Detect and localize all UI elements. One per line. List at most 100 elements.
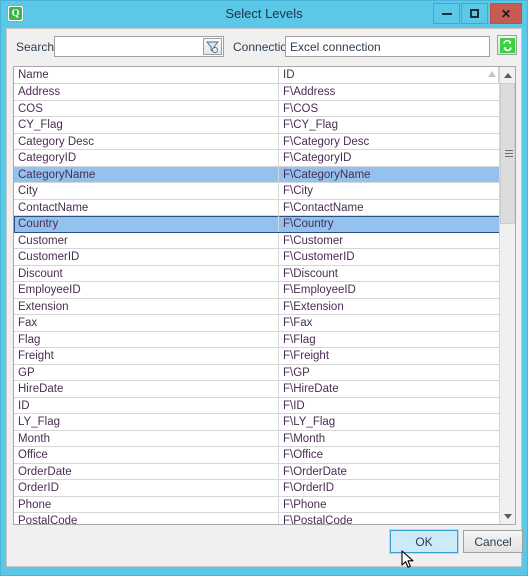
scroll-down-arrow-icon[interactable]	[500, 508, 515, 524]
table-row[interactable]: Fax F\Fax	[14, 315, 500, 332]
table-row[interactable]: EmployeeID F\EmployeeID	[14, 282, 500, 299]
row-id-cell: F\Freight	[283, 350, 330, 362]
filter-funnel-icon[interactable]	[203, 38, 222, 55]
row-id-cell: F\OrderDate	[283, 465, 347, 478]
row-id-cell: F\CategoryID	[283, 152, 352, 164]
cancel-button[interactable]: Cancel	[463, 530, 523, 553]
table-row[interactable]: Country F\Country	[14, 216, 500, 233]
row-id-cell: F\Office	[283, 449, 324, 461]
column-header-id[interactable]: ID	[279, 67, 499, 83]
row-id-cell: F\Address	[283, 86, 336, 98]
search-input[interactable]	[57, 38, 202, 55]
close-button[interactable]: ✕	[490, 3, 522, 24]
minimize-icon	[441, 12, 452, 15]
row-id-cell: F\CustomerID	[283, 251, 355, 263]
minimize-button[interactable]	[433, 3, 460, 24]
dialog-body: Search Connection Excel connection Name …	[6, 28, 523, 567]
vertical-scrollbar[interactable]	[499, 67, 515, 524]
search-field[interactable]	[54, 36, 224, 57]
table-row[interactable]: ContactName F\ContactName	[14, 199, 500, 216]
row-id-cell: F\Fax	[283, 317, 313, 329]
row-id-cell: F\COS	[283, 102, 319, 115]
refresh-icon	[499, 37, 515, 53]
table-row[interactable]: CategoryName F\CategoryName	[14, 166, 500, 183]
row-id-cell: F\City	[283, 185, 314, 197]
row-id-cell: F\Discount	[283, 267, 338, 280]
refresh-button[interactable]	[497, 35, 517, 55]
levels-list[interactable]: Name ID Address F\Address COS F\COS CY_Flag F…	[13, 66, 516, 525]
row-id-cell: F\Customer	[283, 234, 344, 247]
row-name-cell: Fax	[18, 317, 38, 329]
row-name-cell: PostalCode	[18, 515, 78, 524]
table-row[interactable]: OrderID F\OrderID	[14, 480, 500, 497]
row-id-cell: F\Month	[283, 432, 326, 445]
table-row[interactable]: PostalCode F\PostalCode	[14, 513, 500, 524]
row-name-cell: City	[18, 185, 38, 197]
table-row[interactable]: Category Desc F\Category Desc	[14, 133, 500, 150]
table-row[interactable]: City F\City	[14, 183, 500, 200]
row-name-cell: OrderID	[18, 482, 59, 494]
sort-ascending-icon	[488, 71, 496, 77]
table-row[interactable]: COS F\COS	[14, 100, 500, 117]
table-row[interactable]: CategoryID F\CategoryID	[14, 150, 500, 167]
row-id-cell: F\ContactName	[283, 201, 364, 214]
row-name-cell: CategoryID	[18, 152, 77, 164]
list-rows: Address F\Address COS F\COS CY_Flag F\CY_Flag…	[14, 84, 500, 524]
table-row[interactable]: ID F\ID	[14, 397, 500, 414]
maximize-icon	[470, 9, 479, 18]
row-name-cell: ContactName	[18, 201, 89, 214]
table-row[interactable]: Phone F\Phone	[14, 496, 500, 513]
column-header-name[interactable]: Name	[14, 67, 279, 83]
row-name-cell: GP	[18, 366, 35, 379]
table-row[interactable]: CY_Flag F\CY_Flag	[14, 117, 500, 134]
row-name-cell: Flag	[18, 333, 41, 346]
scroll-up-arrow-icon[interactable]	[500, 67, 515, 83]
title-bar[interactable]: Q Select Levels ✕	[1, 1, 527, 26]
row-name-cell: Category Desc	[18, 135, 95, 148]
row-id-cell: F\Extension	[283, 300, 344, 313]
table-row[interactable]: Office F\Office	[14, 447, 500, 464]
row-id-cell: F\LY_Flag	[283, 416, 336, 428]
table-row[interactable]: Month F\Month	[14, 430, 500, 447]
table-row[interactable]: Discount F\Discount	[14, 265, 500, 282]
row-name-cell: HireDate	[18, 383, 64, 395]
scrollbar-grip	[505, 149, 513, 158]
row-id-cell: F\ID	[283, 399, 305, 412]
row-name-cell: Extension	[18, 300, 69, 313]
dialog-window: Q Select Levels ✕ Search Connection Exce…	[0, 0, 528, 576]
row-name-cell: COS	[18, 102, 43, 115]
row-name-cell: Month	[18, 432, 50, 445]
row-id-cell: F\EmployeeID	[283, 284, 356, 296]
connection-field[interactable]	[285, 36, 490, 57]
table-row[interactable]: CustomerID F\CustomerID	[14, 249, 500, 266]
row-id-cell: F\Category Desc	[283, 135, 370, 148]
row-id-cell: F\Country	[283, 218, 334, 230]
table-row[interactable]: OrderDate F\OrderDate	[14, 463, 500, 480]
table-row[interactable]: Address F\Address	[14, 84, 500, 101]
row-id-cell: F\Flag	[283, 333, 316, 346]
row-name-cell: Country	[18, 218, 59, 230]
row-name-cell: Customer	[18, 234, 68, 247]
row-name-cell: ID	[18, 399, 30, 412]
row-name-cell: CategoryName	[18, 168, 96, 181]
row-name-cell: Discount	[18, 267, 63, 280]
table-row[interactable]: GP F\GP	[14, 364, 500, 381]
table-row[interactable]: Customer F\Customer	[14, 232, 500, 249]
row-name-cell: OrderDate	[18, 465, 72, 478]
table-row[interactable]: HireDate F\HireDate	[14, 381, 500, 398]
maximize-button[interactable]	[461, 3, 488, 24]
connection-input[interactable]	[288, 38, 486, 55]
table-row[interactable]: Freight F\Freight	[14, 348, 500, 365]
table-row[interactable]: LY_Flag F\LY_Flag	[14, 414, 500, 431]
table-row[interactable]: Flag F\Flag	[14, 331, 500, 348]
scroll-down-glyph	[503, 513, 512, 519]
row-id-cell: F\GP	[283, 366, 310, 379]
scrollbar-thumb[interactable]	[500, 83, 515, 224]
list-header: Name ID	[14, 67, 515, 84]
toolbar: Search Connection	[7, 29, 521, 65]
row-name-cell: CY_Flag	[18, 119, 63, 131]
search-label: Search	[16, 40, 55, 54]
table-row[interactable]: Extension F\Extension	[14, 298, 500, 315]
row-name-cell: CustomerID	[18, 251, 80, 263]
ok-button[interactable]: OK	[389, 529, 459, 554]
